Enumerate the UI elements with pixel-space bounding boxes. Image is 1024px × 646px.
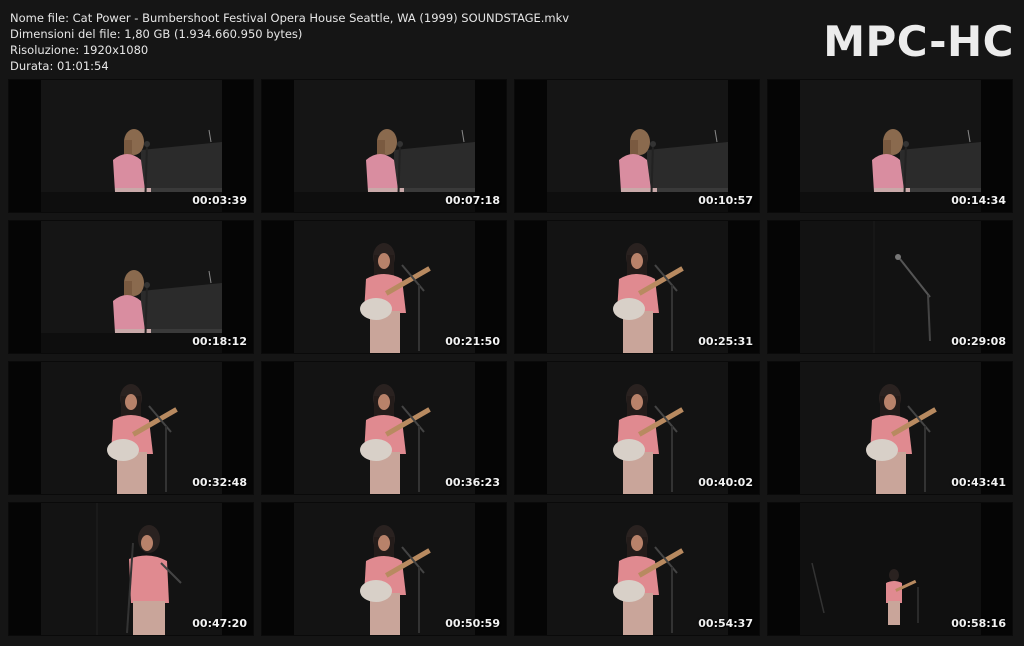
video-frame bbox=[294, 221, 475, 353]
thumbnail-grid: 00:03:39 00:07:18 00:10:57 00:14:34 00:1… bbox=[9, 80, 1012, 635]
video-frame bbox=[41, 362, 222, 494]
frame-scene-guitar bbox=[800, 362, 981, 494]
frame-scene-wide bbox=[800, 503, 981, 635]
video-frame bbox=[547, 503, 728, 635]
video-frame bbox=[547, 80, 728, 212]
thumbnail: 00:29:08 bbox=[768, 221, 1012, 353]
video-frame bbox=[800, 362, 981, 494]
thumbnail: 00:21:50 bbox=[262, 221, 506, 353]
thumbnail: 00:36:23 bbox=[262, 362, 506, 494]
frame-scene-guitar bbox=[294, 503, 475, 635]
frame-scene-piano bbox=[41, 80, 222, 212]
timestamp: 00:21:50 bbox=[445, 335, 500, 348]
thumbnail: 00:50:59 bbox=[262, 503, 506, 635]
video-frame bbox=[800, 503, 981, 635]
thumbnail: 00:43:41 bbox=[768, 362, 1012, 494]
timestamp: 00:18:12 bbox=[192, 335, 247, 348]
thumbnail: 00:25:31 bbox=[515, 221, 759, 353]
file-info: Nome file: Cat Power - Bumbershoot Festi… bbox=[10, 10, 569, 74]
thumbnail: 00:54:37 bbox=[515, 503, 759, 635]
timestamp: 00:07:18 bbox=[445, 194, 500, 207]
video-frame bbox=[547, 221, 728, 353]
frame-scene-piano bbox=[547, 80, 728, 212]
resolution-line: Risoluzione: 1920x1080 bbox=[10, 43, 149, 57]
frame-scene-piano bbox=[294, 80, 475, 212]
timestamp: 00:58:16 bbox=[951, 617, 1006, 630]
thumbnail: 00:47:20 bbox=[9, 503, 253, 635]
thumbnail: 00:10:57 bbox=[515, 80, 759, 212]
timestamp: 00:32:48 bbox=[192, 476, 247, 489]
video-frame bbox=[547, 362, 728, 494]
timestamp: 00:40:02 bbox=[698, 476, 753, 489]
frame-scene-standing bbox=[41, 503, 222, 635]
thumbnail: 00:40:02 bbox=[515, 362, 759, 494]
file-size-line: Dimensioni del file: 1,80 GB (1.934.660.… bbox=[10, 27, 303, 41]
thumbnail: 00:03:39 bbox=[9, 80, 253, 212]
timestamp: 00:03:39 bbox=[192, 194, 247, 207]
video-frame bbox=[41, 80, 222, 212]
video-frame bbox=[41, 221, 222, 353]
timestamp: 00:50:59 bbox=[445, 617, 500, 630]
timestamp: 00:25:31 bbox=[698, 335, 753, 348]
timestamp: 00:36:23 bbox=[445, 476, 500, 489]
video-frame bbox=[294, 503, 475, 635]
frame-scene-mic-stand bbox=[800, 221, 981, 353]
timestamp: 00:54:37 bbox=[698, 617, 753, 630]
timestamp: 00:14:34 bbox=[951, 194, 1006, 207]
timestamp: 00:29:08 bbox=[951, 335, 1006, 348]
thumbnail: 00:14:34 bbox=[768, 80, 1012, 212]
frame-scene-guitar bbox=[294, 221, 475, 353]
frame-scene-guitar bbox=[547, 221, 728, 353]
frame-scene-guitar bbox=[547, 503, 728, 635]
duration-line: Durata: 01:01:54 bbox=[10, 59, 109, 73]
thumbnail: 00:58:16 bbox=[768, 503, 1012, 635]
thumbnail: 00:32:48 bbox=[9, 362, 253, 494]
frame-scene-piano bbox=[41, 221, 222, 353]
mpc-hc-logo: MPC-HC bbox=[823, 17, 1014, 66]
thumbnail: 00:07:18 bbox=[262, 80, 506, 212]
video-frame bbox=[800, 80, 981, 212]
video-frame bbox=[294, 80, 475, 212]
frame-scene-guitar bbox=[41, 362, 222, 494]
video-frame bbox=[41, 503, 222, 635]
timestamp: 00:10:57 bbox=[698, 194, 753, 207]
frame-scene-piano bbox=[800, 80, 981, 212]
timestamp: 00:43:41 bbox=[951, 476, 1006, 489]
video-frame bbox=[800, 221, 981, 353]
timestamp: 00:47:20 bbox=[192, 617, 247, 630]
video-frame bbox=[294, 362, 475, 494]
thumbnail: 00:18:12 bbox=[9, 221, 253, 353]
file-name-line: Nome file: Cat Power - Bumbershoot Festi… bbox=[10, 11, 570, 25]
frame-scene-guitar bbox=[547, 362, 728, 494]
frame-scene-guitar bbox=[294, 362, 475, 494]
